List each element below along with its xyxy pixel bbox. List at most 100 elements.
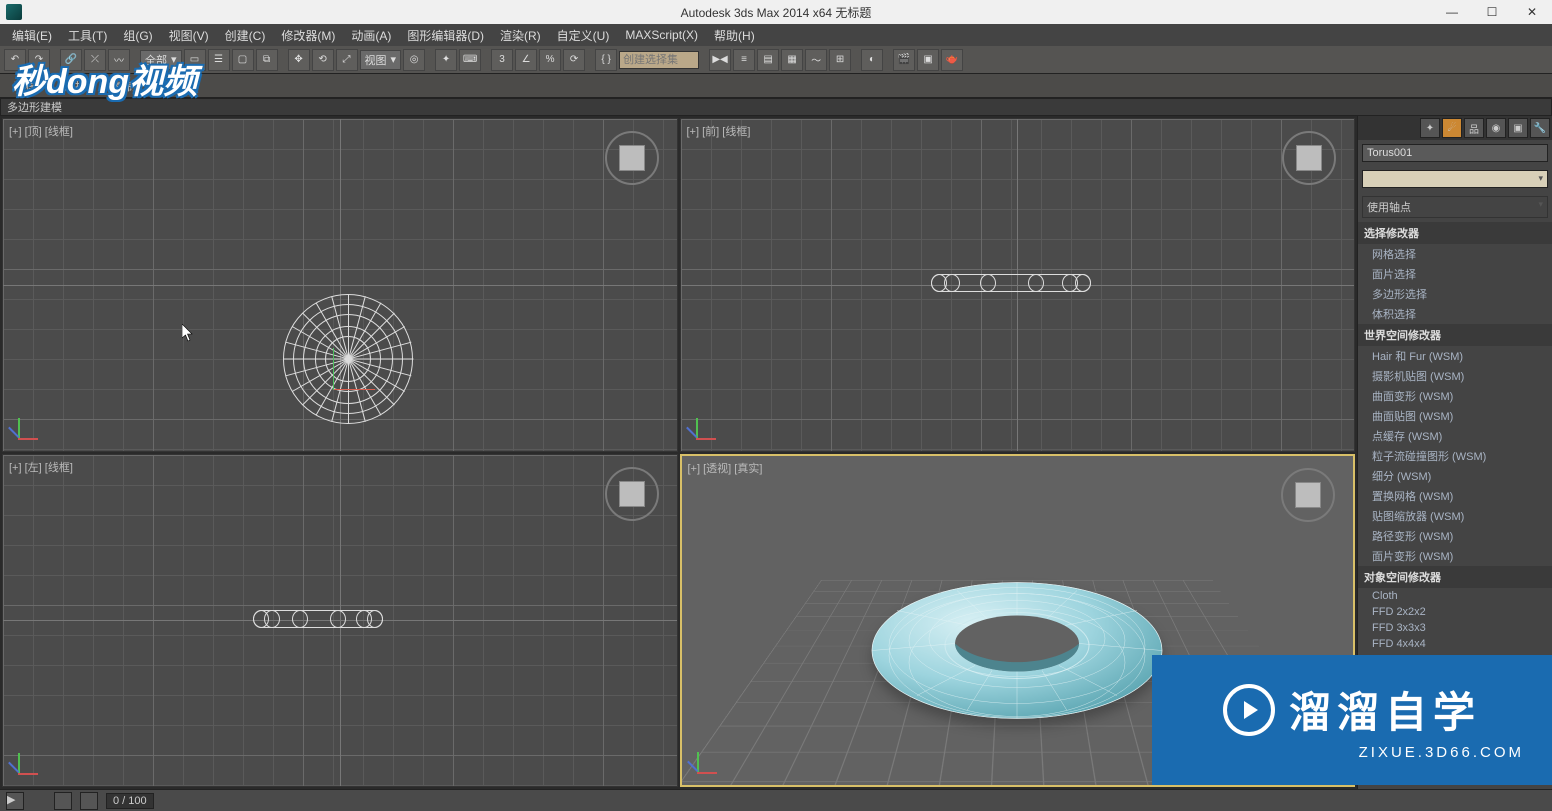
modifier-item[interactable]: 曲面贴图 (WSM) (1358, 406, 1552, 426)
viewport-top[interactable]: [+] [顶] [线框] (2, 118, 678, 452)
angle-snap-button[interactable]: ∠ (515, 49, 537, 71)
modifier-item[interactable]: 路径变形 (WSM) (1358, 526, 1552, 546)
select-region-button[interactable]: ▢ (232, 49, 254, 71)
layer-manager-button[interactable]: ▤ (757, 49, 779, 71)
modifier-item[interactable]: 摄影机贴图 (WSM) (1358, 366, 1552, 386)
app-icon (6, 4, 22, 20)
menu-create[interactable]: 创建(C) (217, 25, 274, 46)
modifier-item[interactable]: FFD 2x2x2 (1358, 604, 1552, 620)
object-name-input[interactable] (1362, 144, 1548, 162)
viewport-left-label[interactable]: [+] [左] [线框] (9, 459, 73, 475)
modifier-item[interactable]: 面片选择 (1358, 264, 1552, 284)
modifier-item[interactable]: 细分 (WSM) (1358, 466, 1552, 486)
render-button[interactable]: 🫖 (941, 49, 963, 71)
menu-help[interactable]: 帮助(H) (706, 25, 763, 46)
tab-hierarchy[interactable]: 品 (1464, 118, 1484, 138)
modifier-item[interactable]: 面片变形 (WSM) (1358, 546, 1552, 566)
menu-group[interactable]: 组(G) (115, 25, 160, 46)
spinner-snap-button[interactable]: ⟳ (563, 49, 585, 71)
percent-snap-button[interactable]: % (539, 49, 561, 71)
torus-shaded[interactable] (857, 555, 1177, 738)
render-setup-button[interactable]: 🎬 (893, 49, 915, 71)
modifier-item[interactable]: 多边形选择 (1358, 284, 1552, 304)
menu-graph-editors[interactable]: 图形编辑器(D) (399, 25, 492, 46)
viewport-persp-label[interactable]: [+] [透视] [真实] (688, 460, 763, 476)
ref-coord-dropdown[interactable]: 视图▾ (360, 50, 402, 70)
pivot-button[interactable]: ◎ (403, 49, 425, 71)
modifier-item[interactable]: FFD 3x3x3 (1358, 620, 1552, 636)
axis-indicator-persp (692, 747, 722, 777)
manipulate-button[interactable]: ✦ (435, 49, 457, 71)
mode-label: 多边形建模 (0, 98, 1552, 116)
viewport-left[interactable]: [+] [左] [线框] (2, 454, 678, 788)
snap-toggle-button[interactable]: 3 (491, 49, 513, 71)
menu-animation[interactable]: 动画(A) (343, 25, 399, 46)
viewcube-top[interactable] (605, 131, 659, 185)
modifier-item[interactable]: 粒子流碰撞图形 (WSM) (1358, 446, 1552, 466)
tab-utilities[interactable]: 🔧 (1530, 118, 1550, 138)
tab-modify[interactable]: ☄ (1442, 118, 1462, 138)
modifier-item[interactable]: 网格选择 (1358, 244, 1552, 264)
maximize-button[interactable]: ☐ (1472, 0, 1512, 24)
curve-editor-button[interactable]: 〜 (805, 49, 827, 71)
window-titlebar: Autodesk 3ds Max 2014 x64 无标题 — ☐ ✕ (0, 0, 1552, 24)
tab-motion[interactable]: ◉ (1486, 118, 1506, 138)
menu-rendering[interactable]: 渲染(R) (492, 25, 549, 46)
command-panel-tabs: ✦ ☄ 品 ◉ ▣ 🔧 (1358, 116, 1552, 140)
select-by-name-button[interactable]: ☰ (208, 49, 230, 71)
torus-wireframe-left[interactable] (253, 610, 383, 628)
menu-edit[interactable]: 编辑(E) (4, 25, 60, 46)
viewcube-persp[interactable] (1281, 468, 1335, 522)
menu-maxscript[interactable]: MAXScript(X) (617, 26, 706, 44)
window-title: Autodesk 3ds Max 2014 x64 无标题 (681, 4, 872, 21)
menu-customize[interactable]: 自定义(U) (549, 25, 618, 46)
close-button[interactable]: ✕ (1512, 0, 1552, 24)
menu-views[interactable]: 视图(V) (161, 25, 217, 46)
align-button[interactable]: ≡ (733, 49, 755, 71)
tab-display[interactable]: ▣ (1508, 118, 1528, 138)
modifier-section-header: 选择修改器 (1358, 222, 1552, 244)
viewport-top-label[interactable]: [+] [顶] [线框] (9, 123, 73, 139)
torus-wireframe-front[interactable] (931, 274, 1091, 292)
graphite-button[interactable]: ▦ (781, 49, 803, 71)
menu-modifiers[interactable]: 修改器(M) (273, 25, 343, 46)
axis-indicator-left (13, 748, 43, 778)
modifier-item[interactable]: 置换网格 (WSM) (1358, 486, 1552, 506)
material-editor-button[interactable]: ◐ (861, 49, 883, 71)
modifier-item[interactable]: 点缓存 (WSM) (1358, 426, 1552, 446)
pivot-dropdown[interactable]: 使用轴点 (1362, 196, 1548, 218)
modifier-section-header: 世界空间修改器 (1358, 324, 1552, 346)
modifier-item[interactable]: 曲面变形 (WSM) (1358, 386, 1552, 406)
menu-tools[interactable]: 工具(T) (60, 25, 115, 46)
modifier-item[interactable]: Cloth (1358, 588, 1552, 604)
sb-icon-1[interactable] (54, 792, 72, 810)
sb-icon-2[interactable] (80, 792, 98, 810)
frame-indicator: 0 / 100 (106, 793, 154, 809)
minimize-button[interactable]: — (1432, 0, 1472, 24)
torus-wireframe-top[interactable] (283, 294, 413, 424)
tab-create[interactable]: ✦ (1420, 118, 1440, 138)
schematic-view-button[interactable]: ⊞ (829, 49, 851, 71)
rendered-frame-button[interactable]: ▣ (917, 49, 939, 71)
main-toolbar: ↶ ↷ 🔗 ⤫ 〰 全部▾ ▭ ☰ ▢ ⧉ ✥ ⟲ ⤢ 视图▾ ◎ ✦ ⌨ 3 … (0, 46, 1552, 74)
modifier-item[interactable]: Hair 和 Fur (WSM) (1358, 346, 1552, 366)
modifier-item[interactable]: 体积选择 (1358, 304, 1552, 324)
move-button[interactable]: ✥ (288, 49, 310, 71)
timeline-play-button[interactable]: ▶ (6, 792, 24, 810)
modifier-list-dropdown[interactable] (1362, 170, 1548, 188)
selection-set-field[interactable] (619, 51, 699, 69)
viewcube-left[interactable] (605, 467, 659, 521)
viewport-front-label[interactable]: [+] [前] [线框] (687, 123, 751, 139)
modifier-section-header: 对象空间修改器 (1358, 566, 1552, 588)
modifier-item[interactable]: FFD 4x4x4 (1358, 636, 1552, 652)
window-crossing-button[interactable]: ⧉ (256, 49, 278, 71)
keyboard-shortcut-button[interactable]: ⌨ (459, 49, 481, 71)
modifier-item[interactable]: 贴图缩放器 (WSM) (1358, 506, 1552, 526)
scale-button[interactable]: ⤢ (336, 49, 358, 71)
viewport-front[interactable]: [+] [前] [线框] (680, 118, 1356, 452)
mirror-button[interactable]: ▶◀ (709, 49, 731, 71)
viewcube-front[interactable] (1282, 131, 1336, 185)
rotate-button[interactable]: ⟲ (312, 49, 334, 71)
overlay-bottom: 溜溜自学 ZIXUE.3D66.COM (1152, 655, 1552, 785)
edit-selection-set-button[interactable]: { } (595, 49, 617, 71)
